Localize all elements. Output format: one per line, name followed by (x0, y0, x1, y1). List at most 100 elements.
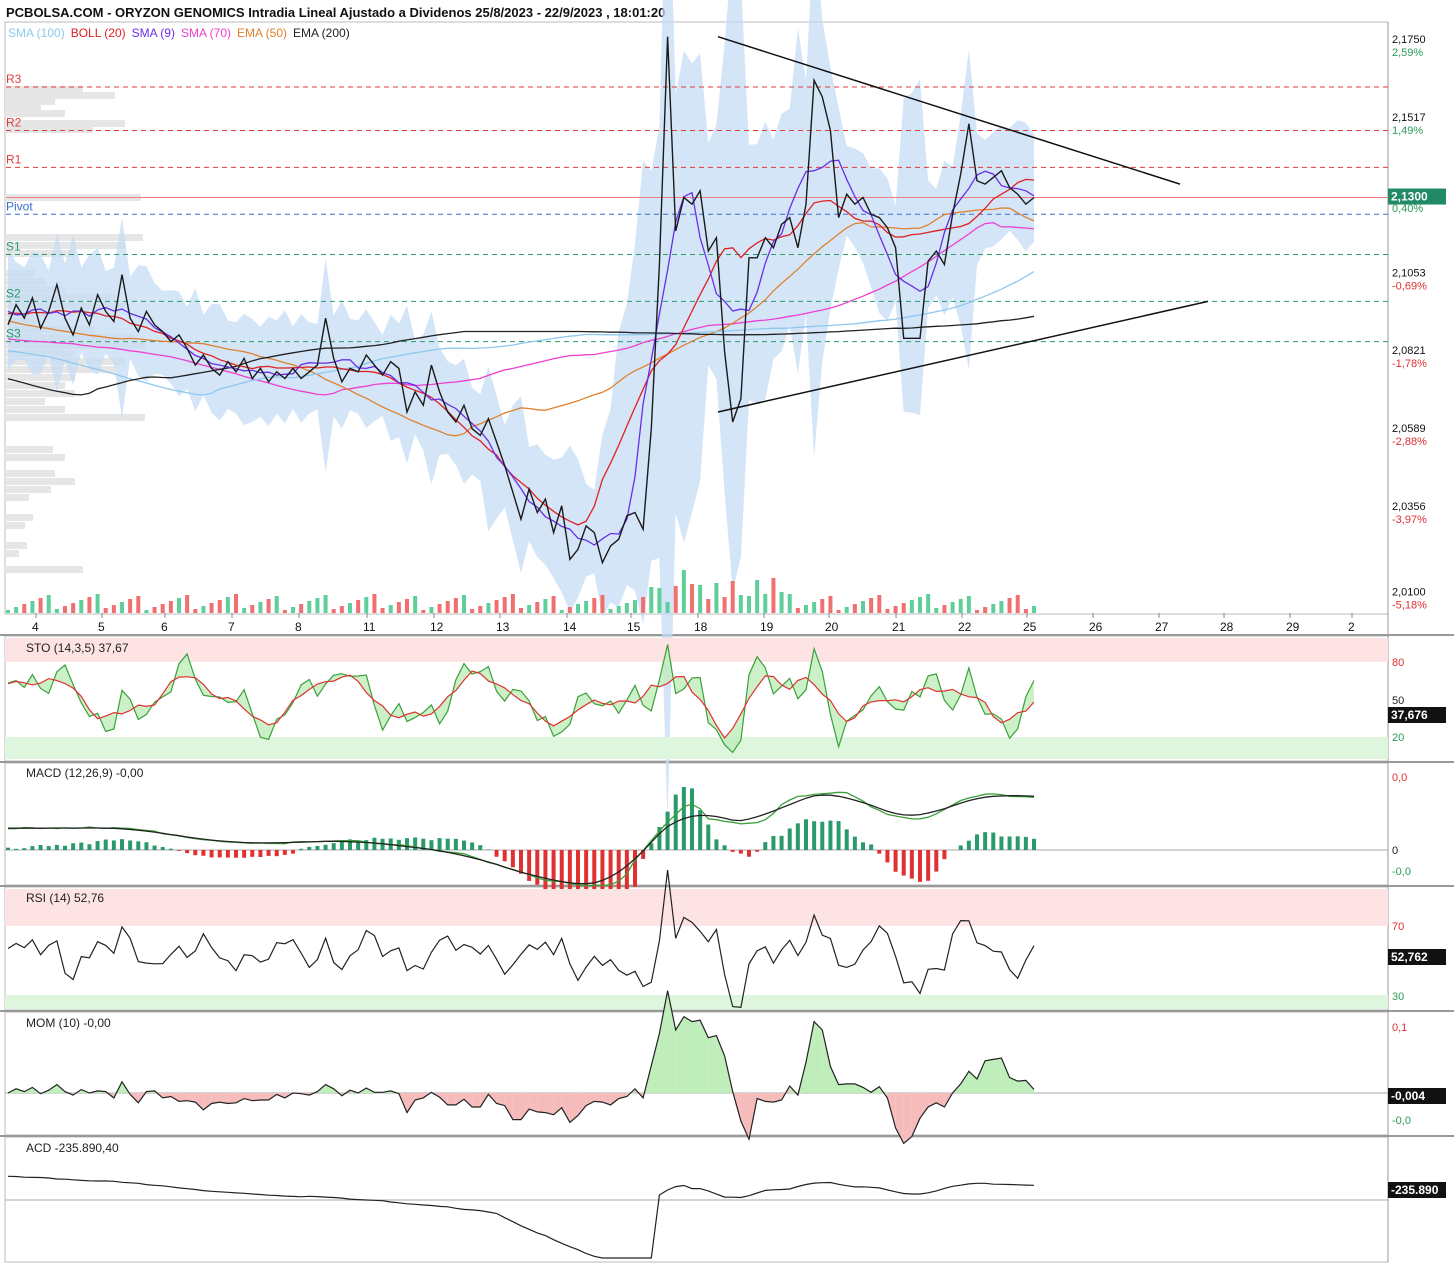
volume-bar (559, 610, 564, 613)
macd-histogram-bar (30, 846, 35, 850)
macd-histogram-bar (258, 850, 263, 858)
macd-histogram-bar (177, 850, 181, 851)
macd-histogram-bar (478, 845, 483, 850)
macd-histogram-bar (160, 847, 165, 850)
macd-histogram-bar (771, 835, 776, 850)
macd-histogram-bar (429, 840, 434, 850)
macd-histogram-bar (714, 839, 719, 850)
volume-bar (950, 602, 955, 613)
volume-bar (755, 580, 760, 613)
macd-histogram-bar (193, 850, 198, 856)
macd-histogram-bar (185, 850, 190, 854)
volume-bar (274, 596, 279, 613)
volume-bar (519, 608, 523, 613)
volume-bar (901, 603, 906, 613)
volume-bar (942, 605, 947, 613)
macd-histogram-bar (991, 832, 996, 850)
macd-histogram-bar (331, 843, 336, 850)
chart-stage: PCBOLSA.COM - ORYZON GENOMICS Intradia L… (0, 0, 1454, 1266)
mom-fill-segment (683, 1016, 692, 1093)
volume-bar (787, 594, 792, 613)
volume-bar (299, 604, 304, 613)
y-tick-pct: -2,88% (1392, 436, 1427, 448)
y-tick-pct: -3,97% (1392, 514, 1427, 526)
macd-histogram-bar (38, 845, 43, 850)
acd-label: ACD -235.890,40 (26, 1141, 119, 1155)
macd-histogram-bar (103, 839, 108, 850)
volume-bar (144, 610, 149, 613)
volume-bar (128, 599, 133, 613)
volume-profile-bar (5, 486, 51, 493)
macd-histogram-bar (234, 850, 238, 858)
panel-frame (4, 762, 1389, 886)
volume-profile-bar (5, 454, 65, 461)
y-tick-pct: -5,18% (1392, 600, 1427, 612)
pivot-label: R3 (6, 72, 22, 86)
x-tick-label: 5 (98, 620, 105, 634)
volume-bar (160, 604, 165, 613)
volume-bar (991, 604, 996, 613)
x-tick-label: 14 (563, 620, 577, 634)
macd-histogram-bar (909, 850, 914, 879)
volume-bar (722, 597, 727, 613)
mom-fill-segment (700, 1020, 709, 1093)
macd-histogram-bar (926, 850, 931, 881)
x-tick-label: 12 (430, 620, 444, 634)
volume-profile-bar (5, 242, 125, 249)
macd-histogram-bar (738, 850, 743, 854)
macd-histogram-bar (1015, 836, 1020, 850)
macd-histogram-bar (893, 850, 898, 872)
macd-histogram-bar (323, 844, 328, 850)
macd-histogram-bar (665, 811, 670, 850)
mom-fill-segment (569, 1093, 578, 1123)
mom-last-text: -0,004 (1391, 1089, 1425, 1103)
volume-bar (356, 600, 361, 613)
volume-profile-bar (5, 522, 25, 529)
rsi-level-30: 30 (1392, 991, 1404, 1003)
mom-fill-segment (578, 1093, 587, 1116)
chart-canvas: R3R2R1PivotS1S2S32,17502,59%2,15171,49%0… (0, 0, 1454, 1263)
mom-label: MOM (10) -0,00 (26, 1016, 111, 1030)
macd-histogram-bar (405, 838, 409, 850)
macd-histogram-bar (787, 828, 792, 850)
macd-histogram-bar (46, 846, 51, 850)
macd-histogram-bar (1007, 836, 1012, 850)
acd-line (7, 1175, 1035, 1259)
macd-histogram-bar (885, 850, 890, 863)
volume-bar (462, 595, 466, 613)
x-tick-label: 6 (161, 620, 168, 634)
macd-histogram-bar (999, 836, 1004, 850)
volume-bar (649, 587, 654, 613)
macd-histogram-bar (795, 823, 800, 850)
volume-bar (779, 592, 784, 613)
macd-histogram-bar (861, 842, 865, 850)
volume-profile-bar (5, 542, 27, 549)
volume-bar (266, 599, 271, 613)
rsi-oversold-zone (5, 995, 1388, 1009)
sto-last-text: 37,676 (1391, 708, 1428, 722)
sto-level-80: 80 (1392, 657, 1404, 669)
volume-bar (527, 605, 532, 613)
pivot-label: S1 (6, 239, 21, 253)
mom-level-bottom: -0,0 (1392, 1115, 1411, 1127)
macd-histogram-bar (633, 850, 637, 887)
volume-bar (698, 585, 703, 613)
volume-profile-bar (5, 550, 19, 557)
x-tick-label: 21 (892, 620, 906, 634)
mom-level-top: 0,1 (1392, 1022, 1407, 1034)
macd-histogram-bar (144, 842, 149, 850)
x-tick-label: 29 (1286, 620, 1300, 634)
volume-bar (282, 610, 287, 613)
volume-bar (429, 607, 434, 613)
volume-bar (250, 605, 255, 613)
macd-histogram-bar (877, 850, 882, 854)
macd-histogram-bar (535, 850, 540, 885)
volume-bar (413, 596, 418, 613)
mom-fill-segment (504, 1093, 513, 1120)
volume-bar (6, 610, 10, 613)
macd-histogram-bar (128, 840, 133, 850)
macd-histogram-bar (852, 836, 857, 850)
volume-bar (958, 599, 963, 613)
volume-bar (502, 597, 507, 613)
volume-bar (543, 599, 548, 613)
